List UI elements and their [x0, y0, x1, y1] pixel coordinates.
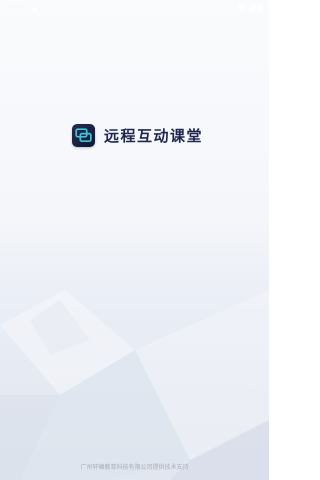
classroom-logo-icon	[72, 124, 95, 147]
battery-icon	[258, 3, 262, 11]
app-name: 远程互动课堂	[104, 127, 204, 145]
notification-icon	[32, 0, 38, 17]
splash-screen: 12:34 远程互动课堂 广州轩辕教育科技有限公司提供技术支持	[0, 0, 269, 480]
brand-block: 远程互动课堂	[72, 124, 203, 147]
footer-credit: 广州轩辕教育科技有限公司提供技术支持	[80, 464, 189, 471]
background-geometry	[0, 290, 269, 480]
status-icons	[237, 3, 262, 11]
status-left: 12:34	[7, 0, 38, 17]
wifi-icon	[237, 3, 245, 11]
status-bar: 12:34	[0, 0, 269, 14]
status-time: 12:34	[7, 3, 29, 11]
signal-icon	[248, 3, 255, 11]
